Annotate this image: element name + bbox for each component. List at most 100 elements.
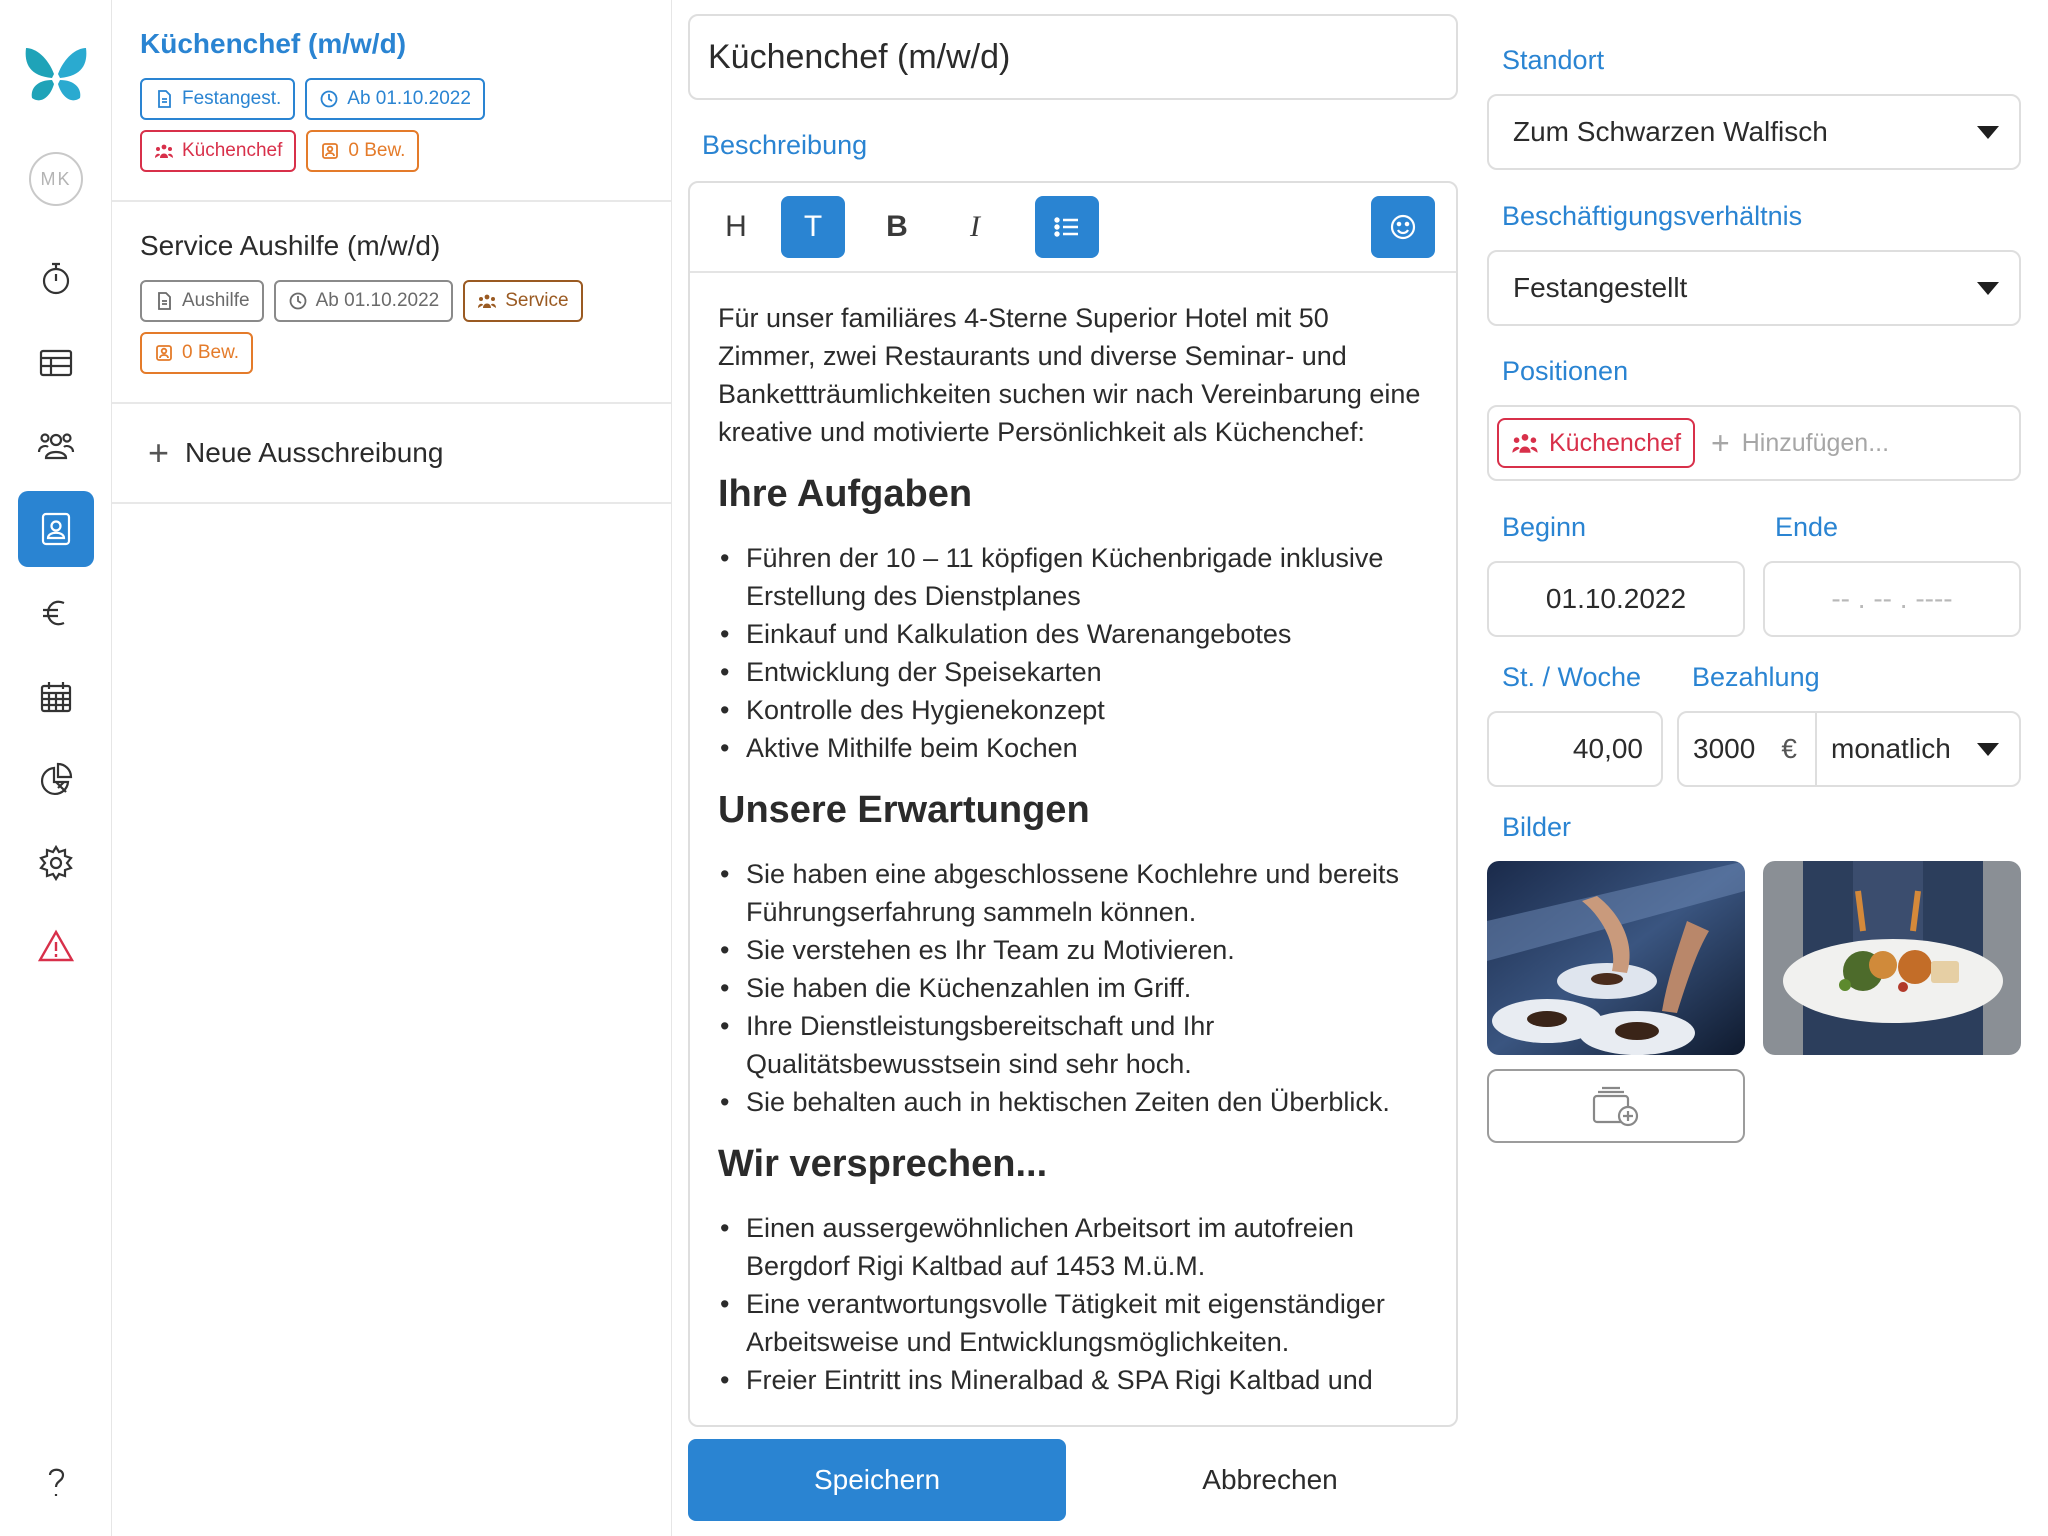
start-date-input[interactable]: 01.10.2022 bbox=[1487, 561, 1745, 637]
tag-label: Aushilfe bbox=[182, 290, 250, 311]
plus-icon: + bbox=[1711, 424, 1730, 461]
pay-field: 3000 € monatlich bbox=[1677, 711, 2021, 787]
calendar-nav[interactable] bbox=[18, 659, 94, 735]
heading-button[interactable]: H bbox=[704, 196, 768, 258]
calendar-icon bbox=[40, 682, 72, 713]
heading-glyph: H bbox=[725, 210, 747, 243]
add-position-button[interactable]: + Hinzufügen... bbox=[1711, 425, 1889, 462]
description-editor[interactable]: H T B I Für unser familiäres 4-Sterne Su… bbox=[688, 181, 1458, 1427]
images-label: Bilder bbox=[1502, 812, 1572, 842]
editor-content[interactable]: Für unser familiäres 4-Sterne Superior H… bbox=[690, 273, 1456, 1399]
section-heading: Ihre Aufgaben bbox=[718, 473, 973, 515]
clock-icon bbox=[289, 292, 307, 310]
avatar-initials: MK bbox=[40, 168, 72, 189]
list-item: Kontrolle des Hygienekonzept bbox=[718, 691, 1428, 729]
job-list-item[interactable]: Küchenchef (m/w/d) Festangest. Ab 01.10.… bbox=[112, 0, 671, 202]
save-button[interactable]: Speichern bbox=[688, 1439, 1066, 1521]
section-heading: Wir versprechen... bbox=[718, 1143, 1048, 1185]
job-tags: Aushilfe Ab 01.10.2022 Service 0 Bew. bbox=[140, 280, 610, 374]
image-thumbnail[interactable] bbox=[1487, 861, 1745, 1055]
chevron-down-icon bbox=[1977, 126, 1999, 139]
tag-label: Service bbox=[505, 290, 569, 311]
tag-label: Ab 01.10.2022 bbox=[315, 290, 440, 311]
help-nav[interactable] bbox=[18, 1445, 94, 1521]
hours-label: St. / Woche bbox=[1502, 662, 1642, 692]
warning-icon bbox=[37, 929, 75, 962]
tag-label: 0 Bew. bbox=[348, 140, 406, 161]
italic-glyph: I bbox=[970, 210, 980, 243]
list-item: Ihre Dienstleistungsbereitschaft und Ihr… bbox=[718, 1007, 1428, 1083]
new-job-posting-button[interactable]: + Neue Ausschreibung bbox=[112, 404, 671, 504]
settings-nav[interactable] bbox=[18, 825, 94, 901]
position-chip-label: Küchenchef bbox=[1549, 428, 1682, 457]
plus-icon: + bbox=[148, 432, 170, 473]
employment-value: Festangestellt bbox=[1513, 272, 1688, 303]
positions-field[interactable]: Küchenchef + Hinzufügen... bbox=[1487, 405, 2021, 481]
pay-period-select[interactable]: monatlich bbox=[1817, 733, 1951, 765]
applicants-tag: 0 Bew. bbox=[306, 130, 420, 172]
tag-label: Küchenchef bbox=[182, 140, 283, 161]
table-nav[interactable] bbox=[18, 325, 94, 401]
chevron-down-icon bbox=[1977, 743, 1999, 756]
employment-select[interactable]: Festangestellt bbox=[1487, 250, 2021, 326]
add-image-icon bbox=[1592, 1086, 1639, 1127]
cancel-button[interactable]: Abbrechen bbox=[1082, 1439, 1458, 1521]
emoji-button[interactable] bbox=[1371, 196, 1435, 258]
text-button[interactable]: T bbox=[781, 196, 845, 258]
tag-label: Ab 01.10.2022 bbox=[347, 88, 471, 109]
start-date-tag: Ab 01.10.2022 bbox=[273, 280, 454, 322]
start-date-tag: Ab 01.10.2022 bbox=[305, 78, 485, 120]
bullet-list-button[interactable] bbox=[1035, 196, 1099, 258]
positions-label: Positionen bbox=[1502, 356, 1629, 386]
team-nav[interactable] bbox=[18, 408, 94, 484]
job-list-item[interactable]: Service Aushilfe (m/w/d) Aushilfe Ab 01.… bbox=[112, 202, 671, 404]
bold-button[interactable]: B bbox=[865, 196, 929, 258]
add-image-button[interactable] bbox=[1487, 1069, 1745, 1143]
tag-label: Festangest. bbox=[182, 88, 282, 109]
list-item: Führen der 10 – 11 köpfigen Küchenbrigad… bbox=[718, 539, 1428, 615]
pay-amount-input[interactable]: 3000 € bbox=[1679, 713, 1817, 785]
location-value: Zum Schwarzen Walfisch bbox=[1513, 116, 1828, 147]
team-icon bbox=[478, 294, 497, 308]
job-title-input[interactable]: Küchenchef (m/w/d) bbox=[688, 14, 1458, 100]
end-date-input[interactable]: -- . -- . ---- bbox=[1763, 561, 2021, 637]
job-title: Küchenchef (m/w/d) bbox=[140, 28, 407, 59]
bullet-list: Führen der 10 – 11 köpfigen Küchenbrigad… bbox=[718, 539, 1428, 767]
image-thumbnail[interactable] bbox=[1763, 861, 2021, 1055]
list-item: Sie verstehen es Ihr Team zu Motivieren. bbox=[718, 931, 1428, 969]
add-position-placeholder: Hinzufügen... bbox=[1741, 428, 1890, 457]
finance-nav[interactable] bbox=[18, 575, 94, 651]
text-glyph: T bbox=[803, 210, 823, 243]
section-heading: Unsere Erwartungen bbox=[718, 789, 1090, 831]
chevron-down-icon bbox=[1977, 282, 1999, 295]
statistics-nav[interactable] bbox=[18, 742, 94, 818]
job-postings-icon bbox=[41, 512, 71, 546]
end-date-placeholder: -- . -- . ---- bbox=[1831, 583, 1953, 614]
team-icon bbox=[1512, 434, 1538, 453]
euro-icon bbox=[43, 600, 65, 626]
currency-symbol: € bbox=[1781, 733, 1797, 764]
butterfly-logo[interactable] bbox=[22, 44, 90, 108]
smiley-icon bbox=[1390, 214, 1416, 240]
gear-icon bbox=[39, 844, 73, 882]
italic-button[interactable]: I bbox=[943, 196, 1007, 258]
clock-icon bbox=[320, 90, 338, 108]
job-tags: Festangest. Ab 01.10.2022 Küchenchef 0 B… bbox=[140, 78, 610, 172]
alerts-nav[interactable] bbox=[18, 909, 94, 985]
user-avatar[interactable]: MK bbox=[29, 152, 83, 206]
bullet-list: Einen aussergewöhnlichen Arbeitsort im a… bbox=[718, 1209, 1428, 1399]
location-select[interactable]: Zum Schwarzen Walfisch bbox=[1487, 94, 2021, 170]
timer-nav[interactable] bbox=[18, 240, 94, 316]
hours-per-week-input[interactable]: 40,00 bbox=[1487, 711, 1663, 787]
employment-type-tag: Aushilfe bbox=[140, 280, 264, 322]
job-title: Service Aushilfe (m/w/d) bbox=[140, 230, 441, 261]
bullet-list: Sie haben eine abgeschlossene Kochlehre … bbox=[718, 855, 1428, 1121]
help-icon bbox=[48, 1468, 65, 1496]
job-title-value: Küchenchef (m/w/d) bbox=[708, 37, 1011, 76]
job-postings-nav[interactable] bbox=[18, 491, 94, 567]
applicants-tag: 0 Bew. bbox=[140, 332, 254, 374]
position-chip[interactable]: Küchenchef bbox=[1497, 418, 1696, 468]
list-item: Freier Eintritt ins Mineralbad & SPA Rig… bbox=[718, 1361, 1428, 1399]
list-item: Einen aussergewöhnlichen Arbeitsort im a… bbox=[718, 1209, 1428, 1285]
document-icon bbox=[158, 292, 171, 310]
